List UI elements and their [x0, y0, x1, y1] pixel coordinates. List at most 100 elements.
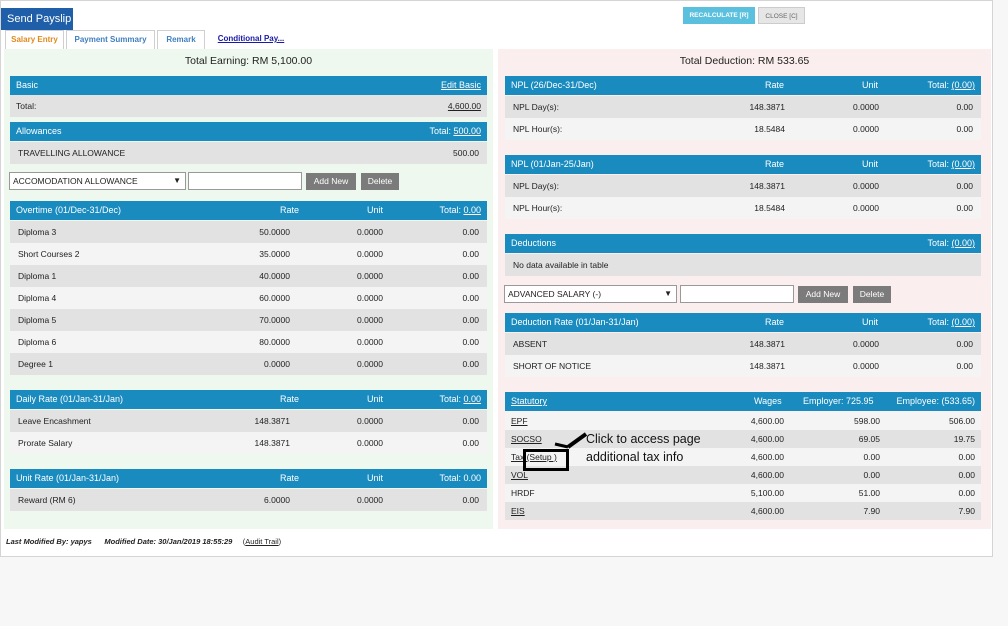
- deduction-select[interactable]: ADVANCED SALARY (-) ▼: [504, 285, 677, 303]
- close-button[interactable]: CLOSE [C]: [758, 7, 805, 24]
- add-allowance-button[interactable]: Add New: [306, 173, 356, 190]
- delete-allowance-button[interactable]: Delete: [361, 173, 399, 190]
- row-total: 0.00: [462, 495, 479, 505]
- overtime-total-value[interactable]: 0.00: [463, 205, 481, 215]
- row-unit: 0.0000: [853, 124, 879, 134]
- statutory-wages: 4,600.00: [750, 470, 784, 480]
- delete-deduction-button[interactable]: Delete: [853, 286, 891, 303]
- npl-dec-title: NPL (26/Dec-31/Dec): [511, 80, 597, 90]
- basic-title: Basic: [16, 80, 39, 90]
- deduction-rate-col-unit: Unit: [862, 317, 879, 327]
- statutory-header: Statutory Wages Employer: 725.95 Employe…: [505, 392, 981, 411]
- row-total: 0.00: [462, 438, 479, 448]
- daily-total-value[interactable]: 0.00: [463, 394, 481, 404]
- overtime-total: Total: 0.00: [439, 201, 481, 220]
- row-unit: 0.0000: [853, 361, 879, 371]
- deductions-total-value[interactable]: (0.00): [951, 238, 975, 248]
- daily-total: Total: 0.00: [439, 390, 481, 409]
- deduction-rate-total-value[interactable]: (0.00): [951, 317, 975, 327]
- npl-jan-total-value[interactable]: (0.00): [951, 159, 975, 169]
- row-name: Diploma 5: [18, 315, 57, 325]
- recalculate-button[interactable]: RECALCULATE [R]: [683, 7, 755, 24]
- allowance-amount-input[interactable]: [188, 172, 302, 190]
- basic-total-label: Total:: [16, 101, 37, 111]
- row-rate: 148.3871: [749, 102, 785, 112]
- unit-rate-header: Unit Rate (01/Jan-31/Jan) Rate Unit Tota…: [10, 469, 487, 488]
- audit-trail-link[interactable]: Audit Trail: [245, 537, 278, 546]
- overtime-header: Overtime (01/Dec-31/Dec) Rate Unit Total…: [10, 201, 487, 220]
- callout-text: Click to access page additional tax info: [586, 430, 701, 466]
- callout-line-1: Click to access page: [586, 432, 701, 446]
- row-name: NPL Hour(s):: [513, 203, 563, 213]
- allowances-total-value[interactable]: 500.00: [453, 126, 481, 136]
- allowance-name: TRAVELLING ALLOWANCE: [18, 148, 126, 158]
- basic-total-row: Total: 4,600.00: [10, 95, 487, 117]
- statutory-name[interactable]: EPF: [511, 412, 528, 430]
- row-rate: 40.0000: [259, 271, 290, 281]
- tab-salary-entry[interactable]: Salary Entry: [5, 30, 64, 49]
- table-row: Diploma 1 40.0000 0.0000 0.00: [10, 265, 487, 287]
- row-name: Diploma 4: [18, 293, 57, 303]
- allowance-row: TRAVELLING ALLOWANCE 500.00: [10, 142, 487, 164]
- row-rate: 35.0000: [259, 249, 290, 259]
- deduction-amount-input[interactable]: [680, 285, 794, 303]
- callout-line-2: additional tax info: [586, 450, 684, 464]
- tab-payment-summary[interactable]: Payment Summary: [66, 30, 155, 49]
- statutory-row: HRDF 5,100.00 51.00 0.00: [505, 484, 981, 502]
- allowances-total: Total: 500.00: [429, 122, 481, 141]
- npl-dec-total: Total: (0.00): [927, 76, 975, 95]
- basic-total-value[interactable]: 4,600.00: [448, 95, 481, 117]
- statutory-employer: 7.90: [863, 506, 880, 516]
- tab-remark[interactable]: Remark: [157, 30, 205, 49]
- deduction-select-value: ADVANCED SALARY (-): [508, 289, 602, 299]
- total-earning: Total Earning: RM 5,100.00: [184, 55, 313, 67]
- table-row: Leave Encashment 148.3871 0.0000 0.00: [10, 410, 487, 432]
- edit-basic-link[interactable]: Edit Basic: [441, 76, 481, 95]
- statutory-name[interactable]: EIS: [511, 502, 525, 520]
- row-rate: 148.3871: [749, 339, 785, 349]
- last-modified-by: Last Modified By: yapys: [6, 537, 92, 546]
- send-payslip-title: Send Payslip: [1, 8, 73, 30]
- allowance-select[interactable]: ACCOMODATION ALLOWANCE ▼: [9, 172, 186, 190]
- row-unit: 0.0000: [357, 416, 383, 426]
- row-rate: 148.3871: [254, 416, 290, 426]
- table-row: SHORT OF NOTICE 148.3871 0.0000 0.00: [505, 355, 981, 377]
- daily-rate-title: Daily Rate (01/Jan-31/Jan): [16, 394, 124, 404]
- statutory-title-link[interactable]: Statutory: [511, 392, 547, 411]
- table-row: NPL Hour(s): 18.5484 0.0000 0.00: [505, 118, 981, 140]
- statutory-employee: 7.90: [958, 506, 975, 516]
- table-row: NPL Day(s): 148.3871 0.0000 0.00: [505, 96, 981, 118]
- statutory-wages: 4,600.00: [750, 506, 784, 516]
- footer: Last Modified By: yapys Modified Date: 3…: [6, 537, 282, 546]
- row-name: SHORT OF NOTICE: [513, 361, 592, 371]
- row-name: NPL Day(s):: [513, 102, 559, 112]
- npl-jan-total: Total: (0.00): [927, 155, 975, 174]
- row-unit: 0.0000: [853, 181, 879, 191]
- row-unit: 0.0000: [357, 249, 383, 259]
- npl-dec-header: NPL (26/Dec-31/Dec) Rate Unit Total: (0.…: [505, 76, 981, 95]
- table-row: Diploma 5 70.0000 0.0000 0.00: [10, 309, 487, 331]
- statutory-name[interactable]: SOCSO: [511, 430, 542, 448]
- deduction-rate-title: Deduction Rate (01/Jan-31/Jan): [511, 317, 639, 327]
- modified-date: Modified Date: 30/Jan/2019 18:55:29: [104, 537, 233, 546]
- row-unit: 0.0000: [853, 339, 879, 349]
- row-unit: 0.0000: [357, 227, 383, 237]
- tab-conditional-pay[interactable]: Conditional Pay...: [213, 30, 289, 49]
- row-name: NPL Hour(s):: [513, 124, 563, 134]
- statutory-col-employer: Employer: 725.95: [803, 396, 874, 406]
- statutory-row: EIS 4,600.00 7.90 7.90: [505, 502, 981, 520]
- statutory-employer: 0.00: [863, 452, 880, 462]
- statutory-col-employee: Employee: (533.65): [896, 396, 975, 406]
- add-deduction-button[interactable]: Add New: [798, 286, 848, 303]
- row-name: Diploma 1: [18, 271, 57, 281]
- daily-total-label: Total:: [439, 394, 461, 404]
- statutory-row: EPF 4,600.00 598.00 506.00: [505, 412, 981, 430]
- table-row: Diploma 3 50.0000 0.0000 0.00: [10, 221, 487, 243]
- unit-col-unit: Unit: [367, 473, 384, 483]
- deduction-rate-total: Total: (0.00): [927, 313, 975, 332]
- daily-col-rate: Rate: [280, 394, 300, 404]
- table-row: NPL Day(s): 148.3871 0.0000 0.00: [505, 175, 981, 197]
- table-row: Prorate Salary 148.3871 0.0000 0.00: [10, 432, 487, 454]
- npl-dec-total-value[interactable]: (0.00): [951, 80, 975, 90]
- deduction-rate-total-label: Total:: [927, 317, 949, 327]
